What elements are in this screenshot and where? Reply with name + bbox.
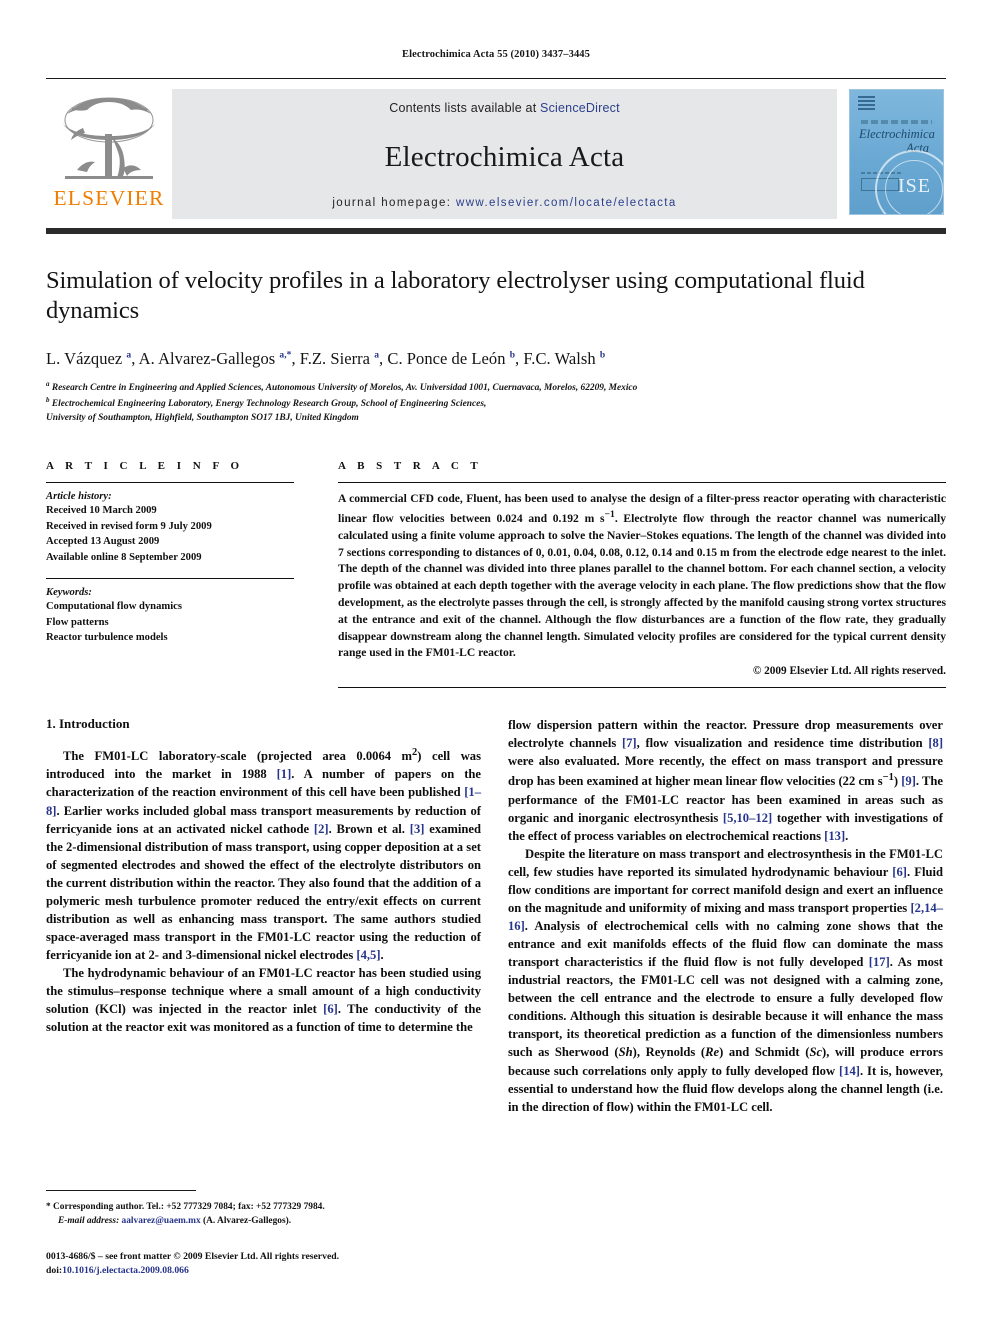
cover-elsevier-mark-icon — [858, 96, 875, 112]
email-label: E-mail address: — [58, 1215, 120, 1226]
elsevier-logo: ELSEVIER — [46, 89, 172, 219]
abstract-text: A commercial CFD code, Fluent, has been … — [338, 492, 946, 660]
cover-strapline — [861, 120, 932, 124]
paragraph: flow dispersion pattern within the react… — [508, 718, 944, 843]
email-link[interactable]: aalvarez@uaem.mx — [122, 1216, 201, 1226]
ise-seal-label: ISE — [898, 175, 931, 197]
paragraph: Despite the literature on mass transport… — [508, 846, 943, 1114]
footnote-block: * Corresponding author. Tel.: +52 777329… — [46, 1189, 481, 1279]
contents-prefix: Contents lists available at — [389, 101, 541, 115]
contents-lists-line: Contents lists available at ScienceDirec… — [389, 101, 620, 115]
article-info-rule — [46, 482, 294, 484]
corresponding-author-note: * Corresponding author. Tel.: +52 777329… — [46, 1200, 481, 1228]
history-line: Available online 8 September 2009 — [46, 551, 202, 563]
history-line: Received in revised form 9 July 2009 — [46, 520, 212, 532]
article-history-label: Article history: — [46, 491, 112, 503]
keywords-label: Keywords: — [46, 587, 92, 599]
masthead-bottom-bar — [46, 228, 946, 234]
history-line: Received 10 March 2009 — [46, 505, 157, 517]
article-info-column: A R T I C L E I N F O Article history: R… — [46, 460, 294, 688]
journal-title: Electrochimica Acta — [384, 140, 625, 173]
abstract-copyright: © 2009 Elsevier Ltd. All rights reserved… — [752, 665, 946, 678]
running-head: Electrochimica Acta 55 (2010) 3437–3445 — [401, 49, 590, 60]
paragraph: The hydrodynamic behaviour of an FM01-LC… — [46, 966, 481, 1035]
journal-homepage-link[interactable]: www.elsevier.com/locate/electacta — [456, 197, 677, 209]
issn-line: 0013-4686/$ – see front matter © 2009 El… — [46, 1250, 340, 1262]
page-title: Simulation of velocity profiles in a lab… — [46, 267, 865, 325]
footnote-rule — [46, 1189, 196, 1191]
keyword-list: Computational flow dynamics Flow pattern… — [46, 599, 294, 645]
homepage-prefix: journal homepage: — [332, 197, 456, 209]
history-line: Accepted 13 August 2009 — [46, 536, 160, 548]
article-info-heading: A R T I C L E I N F O — [46, 460, 244, 473]
journal-cover-thumbnail: Electrochimica Acta ISE — [847, 89, 946, 219]
running-head-rule — [46, 78, 946, 79]
sciencedirect-link[interactable]: ScienceDirect — [540, 101, 620, 115]
abstract-column: A B S T R A C T A commercial CFD code, F… — [338, 460, 946, 689]
affiliation-line: b Electrochemical Engineering Laboratory… — [46, 395, 487, 410]
title-block: Simulation of velocity profiles in a lab… — [46, 266, 946, 425]
section-heading-introduction: 1. Introduction — [46, 716, 130, 732]
doi-prefix: doi: — [46, 1265, 63, 1277]
paragraph: The FM01-LC laboratory-scale (projected … — [46, 747, 481, 963]
affiliation-line: University of Southampton, Highfield, So… — [46, 413, 359, 424]
doi-link[interactable]: 10.1016/j.electacta.2009.08.066 — [62, 1265, 189, 1276]
affiliation-line: a Research Centre in Engineering and App… — [46, 379, 638, 393]
elsevier-wordmark: ELSEVIER — [53, 186, 165, 210]
body-columns: 1. Introduction The FM01-LC laboratory-s… — [46, 716, 946, 1116]
abstract-rule — [338, 482, 946, 484]
body-column-left: 1. Introduction The FM01-LC laboratory-s… — [46, 716, 481, 1116]
masthead-banner: Contents lists available at ScienceDirec… — [172, 89, 837, 219]
keyword-item: Flow patterns — [46, 616, 109, 628]
corresponding-marker: * — [46, 1201, 51, 1212]
author-list: L. Vázquez a, A. Alvarez-Gallegos a,*, F… — [46, 348, 606, 368]
affiliation-list: a Research Centre in Engineering and App… — [46, 379, 946, 426]
issn-copyright-block: 0013-4686/$ – see front matter © 2009 El… — [46, 1250, 481, 1279]
corresponding-text: Corresponding author. Tel.: +52 777329 7… — [53, 1201, 325, 1212]
keywords-rule — [46, 578, 294, 580]
article-history-lines: Received 10 March 2009 Received in revis… — [46, 503, 294, 565]
journal-homepage-line: journal homepage: www.elsevier.com/locat… — [332, 197, 676, 209]
keyword-item: Reactor turbulence models — [46, 632, 168, 644]
cover-title-line1: Electrochimica — [859, 127, 935, 141]
abstract-bottom-rule — [338, 687, 946, 689]
body-column-right: flow dispersion pattern within the react… — [508, 716, 943, 1116]
abstract-heading: A B S T R A C T — [338, 460, 483, 473]
elsevier-tree-icon — [57, 94, 161, 186]
cover-image: Electrochimica Acta ISE — [849, 89, 944, 215]
journal-article-page: Electrochimica Acta 55 (2010) 3437–3445 — [0, 0, 992, 1323]
email-owner: (A. Alvarez-Gallegos). — [203, 1215, 292, 1226]
doi-line: doi:10.1016/j.electacta.2009.08.066 — [46, 1264, 481, 1279]
keyword-item: Computational flow dynamics — [46, 601, 182, 613]
info-abstract-row: A R T I C L E I N F O Article history: R… — [46, 460, 946, 689]
journal-masthead: ELSEVIER Contents lists available at Sci… — [46, 89, 946, 219]
